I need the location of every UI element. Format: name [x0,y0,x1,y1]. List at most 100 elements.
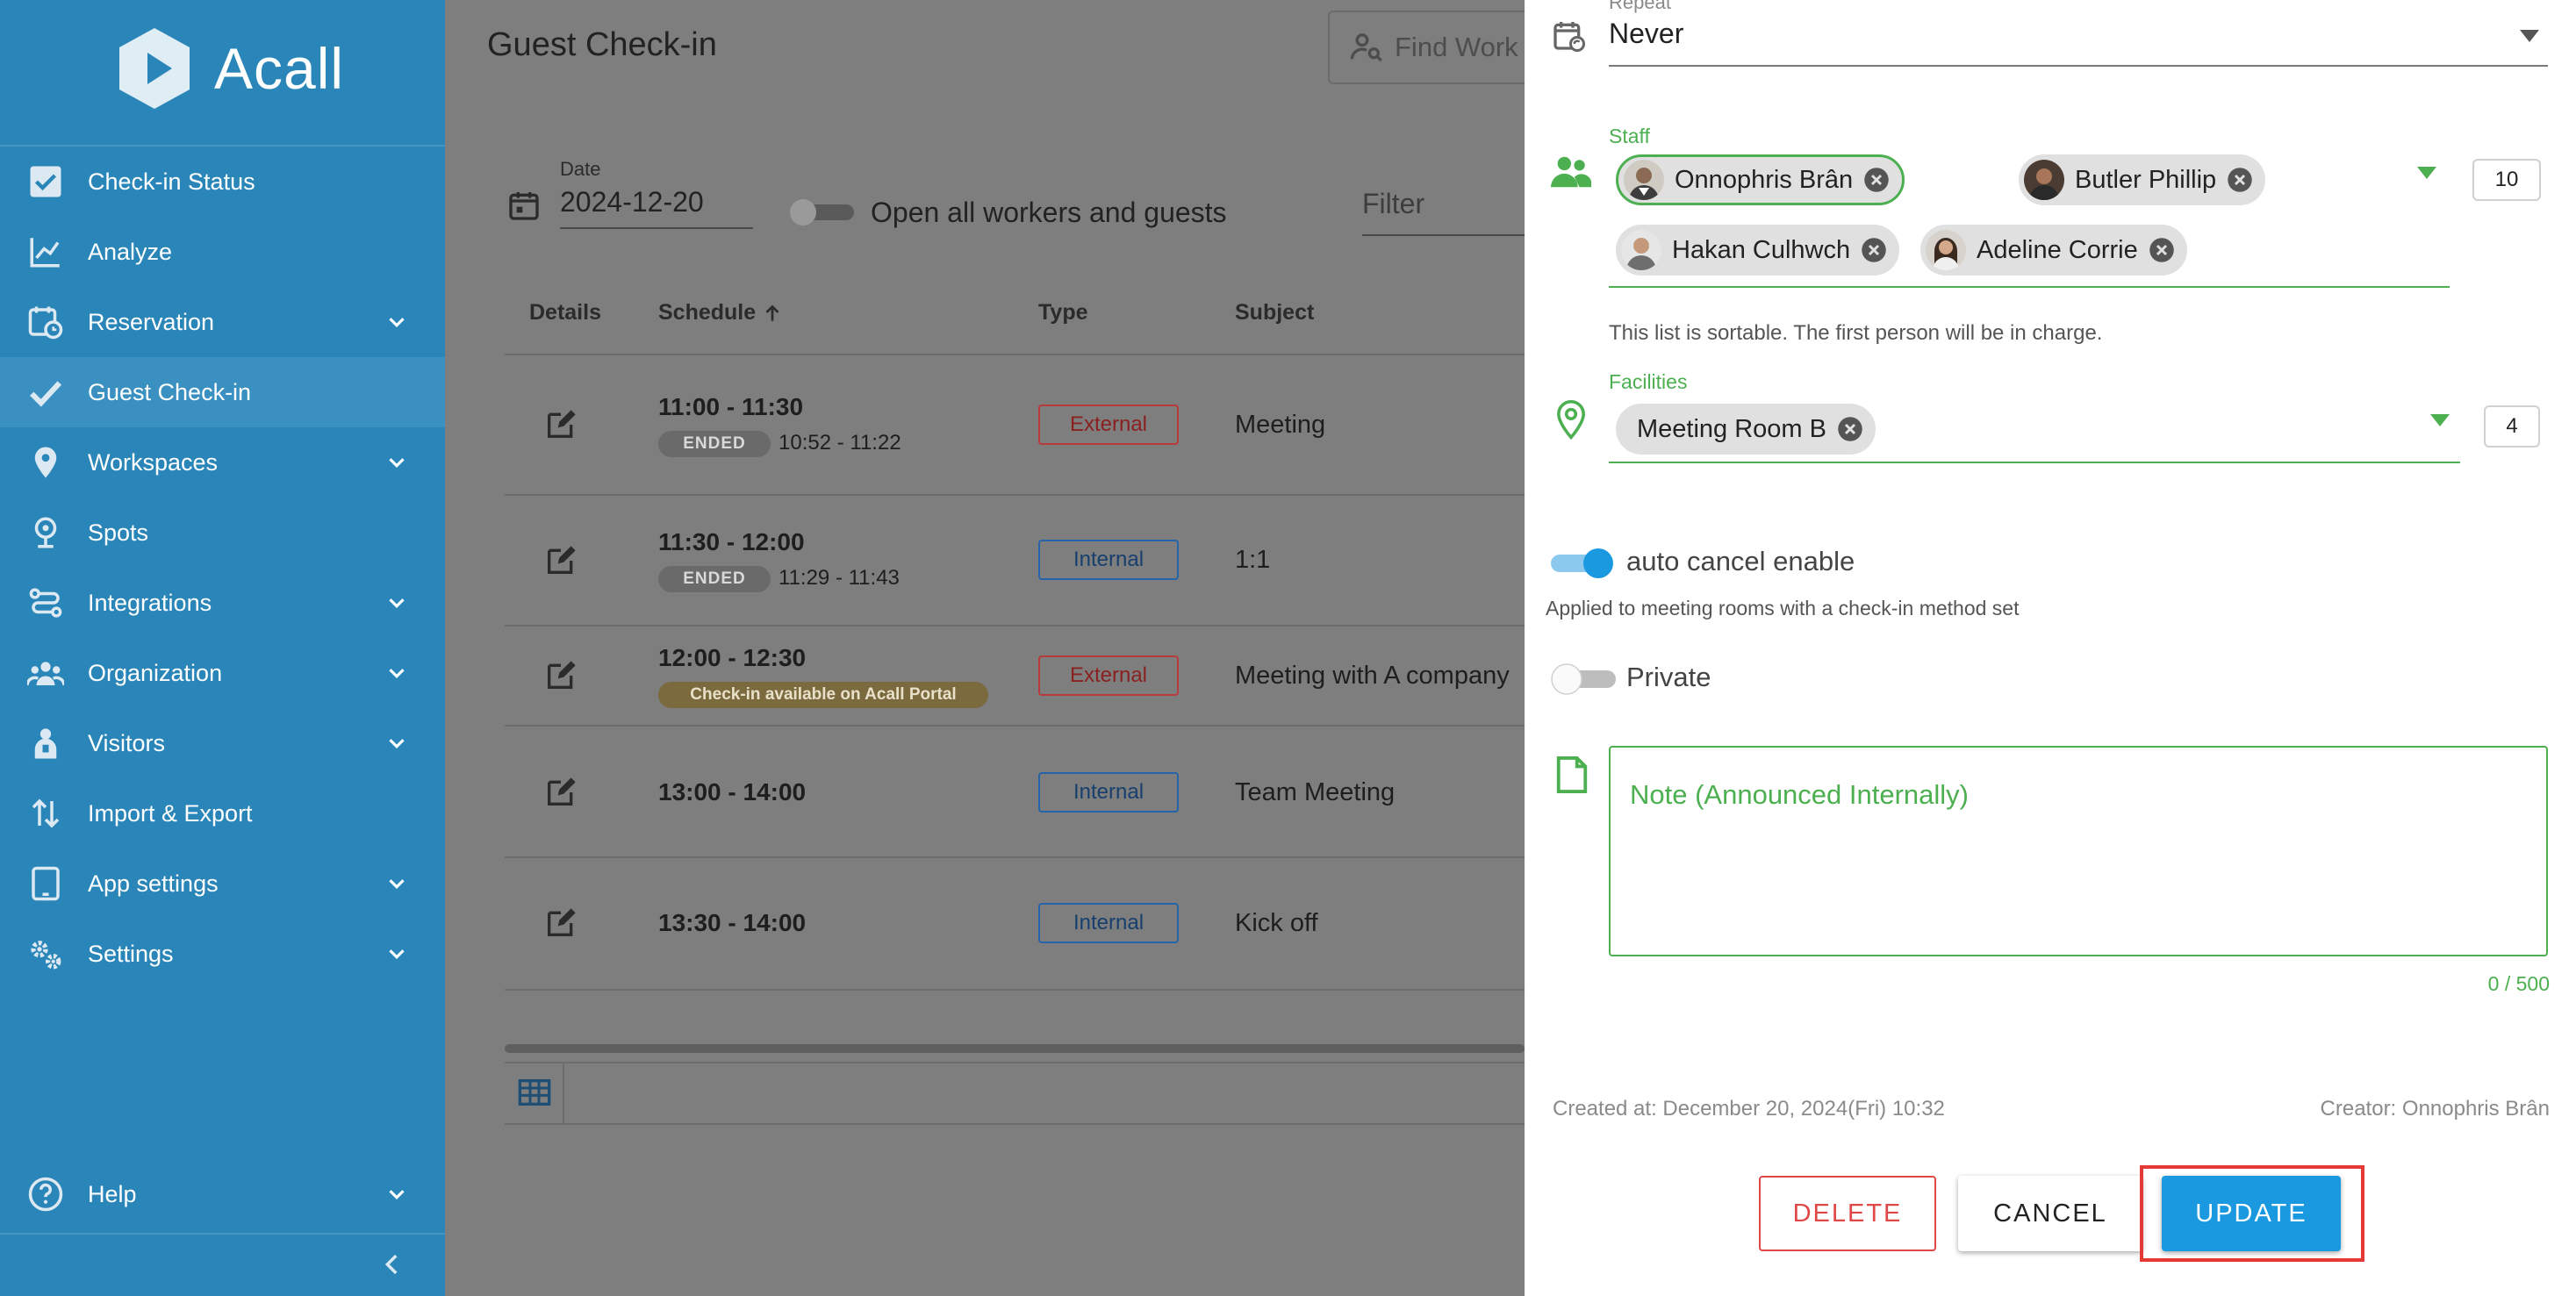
update-button-highlight [2140,1165,2364,1262]
column-header-label: Schedule [658,300,757,325]
date-label: Date [560,158,601,180]
dropdown-arrow-icon[interactable] [2430,414,2450,426]
sidebar-item-organization[interactable]: Organization [0,638,445,708]
subject: Meeting [1235,411,1326,439]
sidebar-item-visitors[interactable]: Visitors [0,708,445,778]
staff-chip[interactable]: Adeline Corrie [1920,225,2187,276]
edit-icon[interactable] [543,775,578,810]
dropdown-arrow-icon[interactable] [2417,167,2436,179]
avatar [1621,230,1661,270]
horizontal-scrollbar[interactable] [505,1044,1525,1053]
delete-button[interactable]: DELETE [1759,1176,1936,1251]
facilities-count-field[interactable]: 4 [2484,405,2540,448]
sidebar-item-analyze[interactable]: Analyze [0,217,445,287]
chevron-down-icon [389,879,405,889]
sidebar-item-reservation[interactable]: Reservation [0,287,445,357]
find-workers-search[interactable]: Find Work [1328,11,1556,84]
edit-icon[interactable] [543,543,578,578]
facility-chip[interactable]: Meeting Room B [1616,404,1876,455]
sidebar-item-label: Workspaces [88,448,219,476]
integrations-icon [26,584,65,622]
remove-chip-icon[interactable] [1861,237,1887,263]
repeat-select[interactable]: Never [1609,18,2548,67]
table-divider [505,354,1525,355]
open-all-toggle[interactable] [789,198,859,226]
type-badge: Internal [1038,903,1179,943]
checkbox-icon [26,162,65,201]
schedule-time: 13:00 - 14:00 [658,778,807,806]
remove-chip-icon[interactable] [1837,416,1863,442]
column-header-type: Type [1038,300,1088,325]
sidebar-item-label: Guest Check-in [88,378,252,405]
type-badge: External [1038,405,1179,445]
sidebar-item-spots[interactable]: Spots [0,498,445,568]
calendar-icon[interactable] [506,186,542,225]
import-export-icon [26,794,65,833]
table-view-icon[interactable] [515,1075,554,1110]
type-badge: External [1038,655,1179,696]
staff-chip[interactable]: Butler Phillip [2019,154,2266,205]
edit-icon[interactable] [543,658,578,693]
sidebar-item-label: Visitors [88,729,166,756]
remove-chip-icon[interactable] [1863,167,1890,193]
location-pin-icon [1557,400,1585,440]
visitor-icon [26,724,65,763]
private-label: Private [1626,662,1711,692]
edit-icon[interactable] [543,906,578,941]
sidebar-item-help[interactable]: Help [0,1159,445,1229]
facilities-select[interactable]: Meeting Room B [1609,397,2460,463]
schedule-time: 13:30 - 14:00 [658,909,807,936]
sidebar-item-label: Integrations [88,589,212,616]
person-search-icon [1350,33,1382,62]
sidebar-item-integrations[interactable]: Integrations [0,568,445,638]
table-divider [505,494,1525,496]
repeat-label: Repeat [1609,0,1671,13]
chip-label: Hakan Culhwch [1672,235,1851,264]
sidebar-item-import-export[interactable]: Import & Export [0,778,445,848]
sidebar-item-label: Analyze [88,238,173,265]
sidebar-item-label: Spots [88,519,149,546]
repeat-value: Never [1609,18,1684,49]
type-badge: Internal [1038,540,1179,580]
private-toggle[interactable] [1547,662,1619,697]
sidebar-item-guest-check-in[interactable]: Guest Check-in [0,357,445,427]
auto-cancel-help: Applied to meeting rooms with a check-in… [1546,597,2020,619]
sidebar-item-check-in-status[interactable]: Check-in Status [0,147,445,217]
facilities-label: Facilities [1609,370,1688,393]
table-divider [505,989,1525,991]
auto-cancel-toggle[interactable] [1547,546,1619,581]
remove-chip-icon[interactable] [2149,237,2175,263]
filter-input[interactable]: Filter [1362,188,1529,236]
chevron-down-icon [389,458,405,468]
sidebar-item-settings[interactable]: Settings [0,919,445,989]
cancel-button[interactable]: CANCEL [1958,1176,2142,1251]
staff-select[interactable]: Onnophris Brân Butler Phillip Hakan Culh… [1609,147,2450,288]
actual-time: 11:29 - 11:43 [779,566,900,590]
table-footer [505,1062,1525,1125]
remove-chip-icon[interactable] [2227,167,2253,193]
staff-count-field[interactable]: 10 [2472,159,2541,201]
subject: Team Meeting [1235,778,1396,806]
sidebar-item-label: Help [88,1180,137,1207]
chip-label: Meeting Room B [1637,414,1826,443]
sidebar-item-workspaces[interactable]: Workspaces [0,427,445,498]
acall-logo-icon [119,28,190,109]
calendar-repeat-icon [1553,22,1585,52]
column-header-schedule[interactable]: Schedule [658,300,784,326]
staff-chip[interactable]: Hakan Culhwch [1616,225,1900,276]
sidebar: Acall Check-in Status Analyze Reservatio… [0,0,445,1296]
edit-icon[interactable] [543,407,578,442]
date-field[interactable]: 2024-12-20 [560,186,753,229]
collapse-sidebar-icon[interactable] [377,1249,407,1279]
table-divider [505,725,1525,727]
sidebar-item-label: Check-in Status [88,168,255,195]
chip-label: Butler Phillip [2075,165,2217,194]
app-logo[interactable]: Acall [111,25,344,112]
staff-chip[interactable]: Onnophris Brân [1616,154,1905,205]
note-textarea[interactable]: Note (Announced Internally) [1609,746,2548,956]
chevron-down-icon [389,1190,405,1199]
people-icon [26,654,65,692]
creator: Creator: Onnophris Brân [2320,1097,2550,1121]
sidebar-item-app-settings[interactable]: App settings [0,848,445,919]
subject: Kick off [1235,909,1318,937]
